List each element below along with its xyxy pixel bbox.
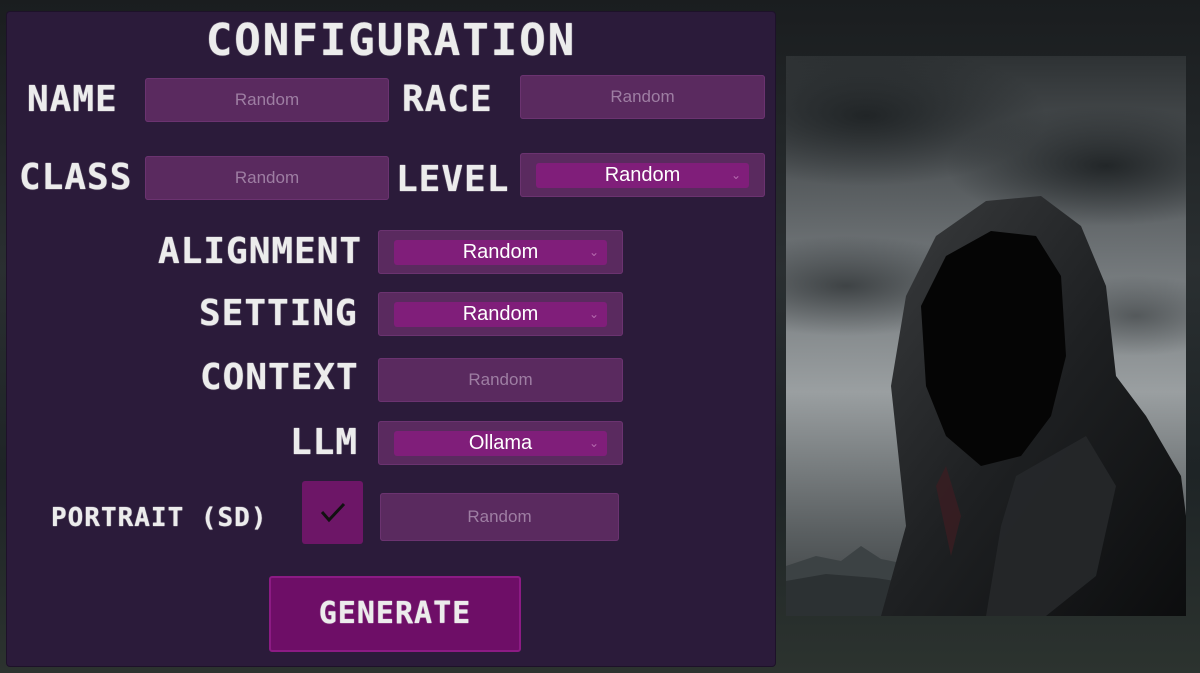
context-input[interactable]	[378, 358, 623, 402]
portrait-prompt-wrap	[380, 493, 619, 541]
panel-title: CONFIGURATION	[205, 15, 577, 66]
character-portrait-image	[786, 56, 1186, 616]
llm-dropdown-value: Ollama	[468, 432, 533, 454]
race-label: RACE	[402, 79, 493, 120]
portrait-checkbox[interactable]	[302, 481, 363, 544]
name-label: NAME	[27, 79, 118, 120]
class-field-wrap	[145, 156, 389, 200]
setting-dropdown-value: Random	[462, 303, 539, 325]
chevron-down-icon: ⌄	[588, 307, 599, 321]
alignment-label: ALIGNMENT	[158, 231, 363, 272]
chevron-down-icon: ⌄	[588, 436, 599, 450]
name-input[interactable]	[145, 78, 389, 122]
context-field-wrap	[378, 358, 623, 402]
llm-dropdown[interactable]: Ollama ⌄	[394, 431, 607, 456]
alignment-dropdown[interactable]: Random ⌄	[394, 240, 607, 265]
class-label: CLASS	[19, 157, 133, 198]
setting-dropdown[interactable]: Random ⌄	[394, 302, 607, 327]
alignment-dropdown-value: Random	[462, 241, 539, 263]
llm-label: LLM	[290, 422, 359, 463]
chevron-down-icon: ⌄	[588, 245, 599, 259]
race-input[interactable]	[520, 75, 765, 119]
checkmark-icon	[320, 502, 346, 523]
llm-dropdown-wrap: Ollama ⌄	[378, 421, 623, 465]
level-dropdown-wrap: Random ⌄	[520, 153, 765, 197]
configuration-panel: CONFIGURATION NAME RACE CLASS LEVEL Rand…	[7, 12, 775, 666]
name-field-wrap	[145, 78, 389, 122]
class-input[interactable]	[145, 156, 389, 200]
alignment-dropdown-wrap: Random ⌄	[378, 230, 623, 274]
setting-dropdown-wrap: Random ⌄	[378, 292, 623, 336]
level-label: LEVEL	[396, 159, 510, 200]
setting-label: SETTING	[199, 293, 358, 334]
context-label: CONTEXT	[200, 357, 359, 398]
level-dropdown-value: Random	[604, 164, 681, 186]
portrait-prompt-input[interactable]	[380, 493, 619, 541]
generate-button[interactable]: GENERATE	[269, 576, 521, 652]
level-dropdown[interactable]: Random ⌄	[536, 163, 749, 188]
chevron-down-icon: ⌄	[730, 168, 741, 182]
race-field-wrap	[520, 75, 765, 119]
portrait-label: PORTRAIT (SD)	[51, 503, 268, 533]
